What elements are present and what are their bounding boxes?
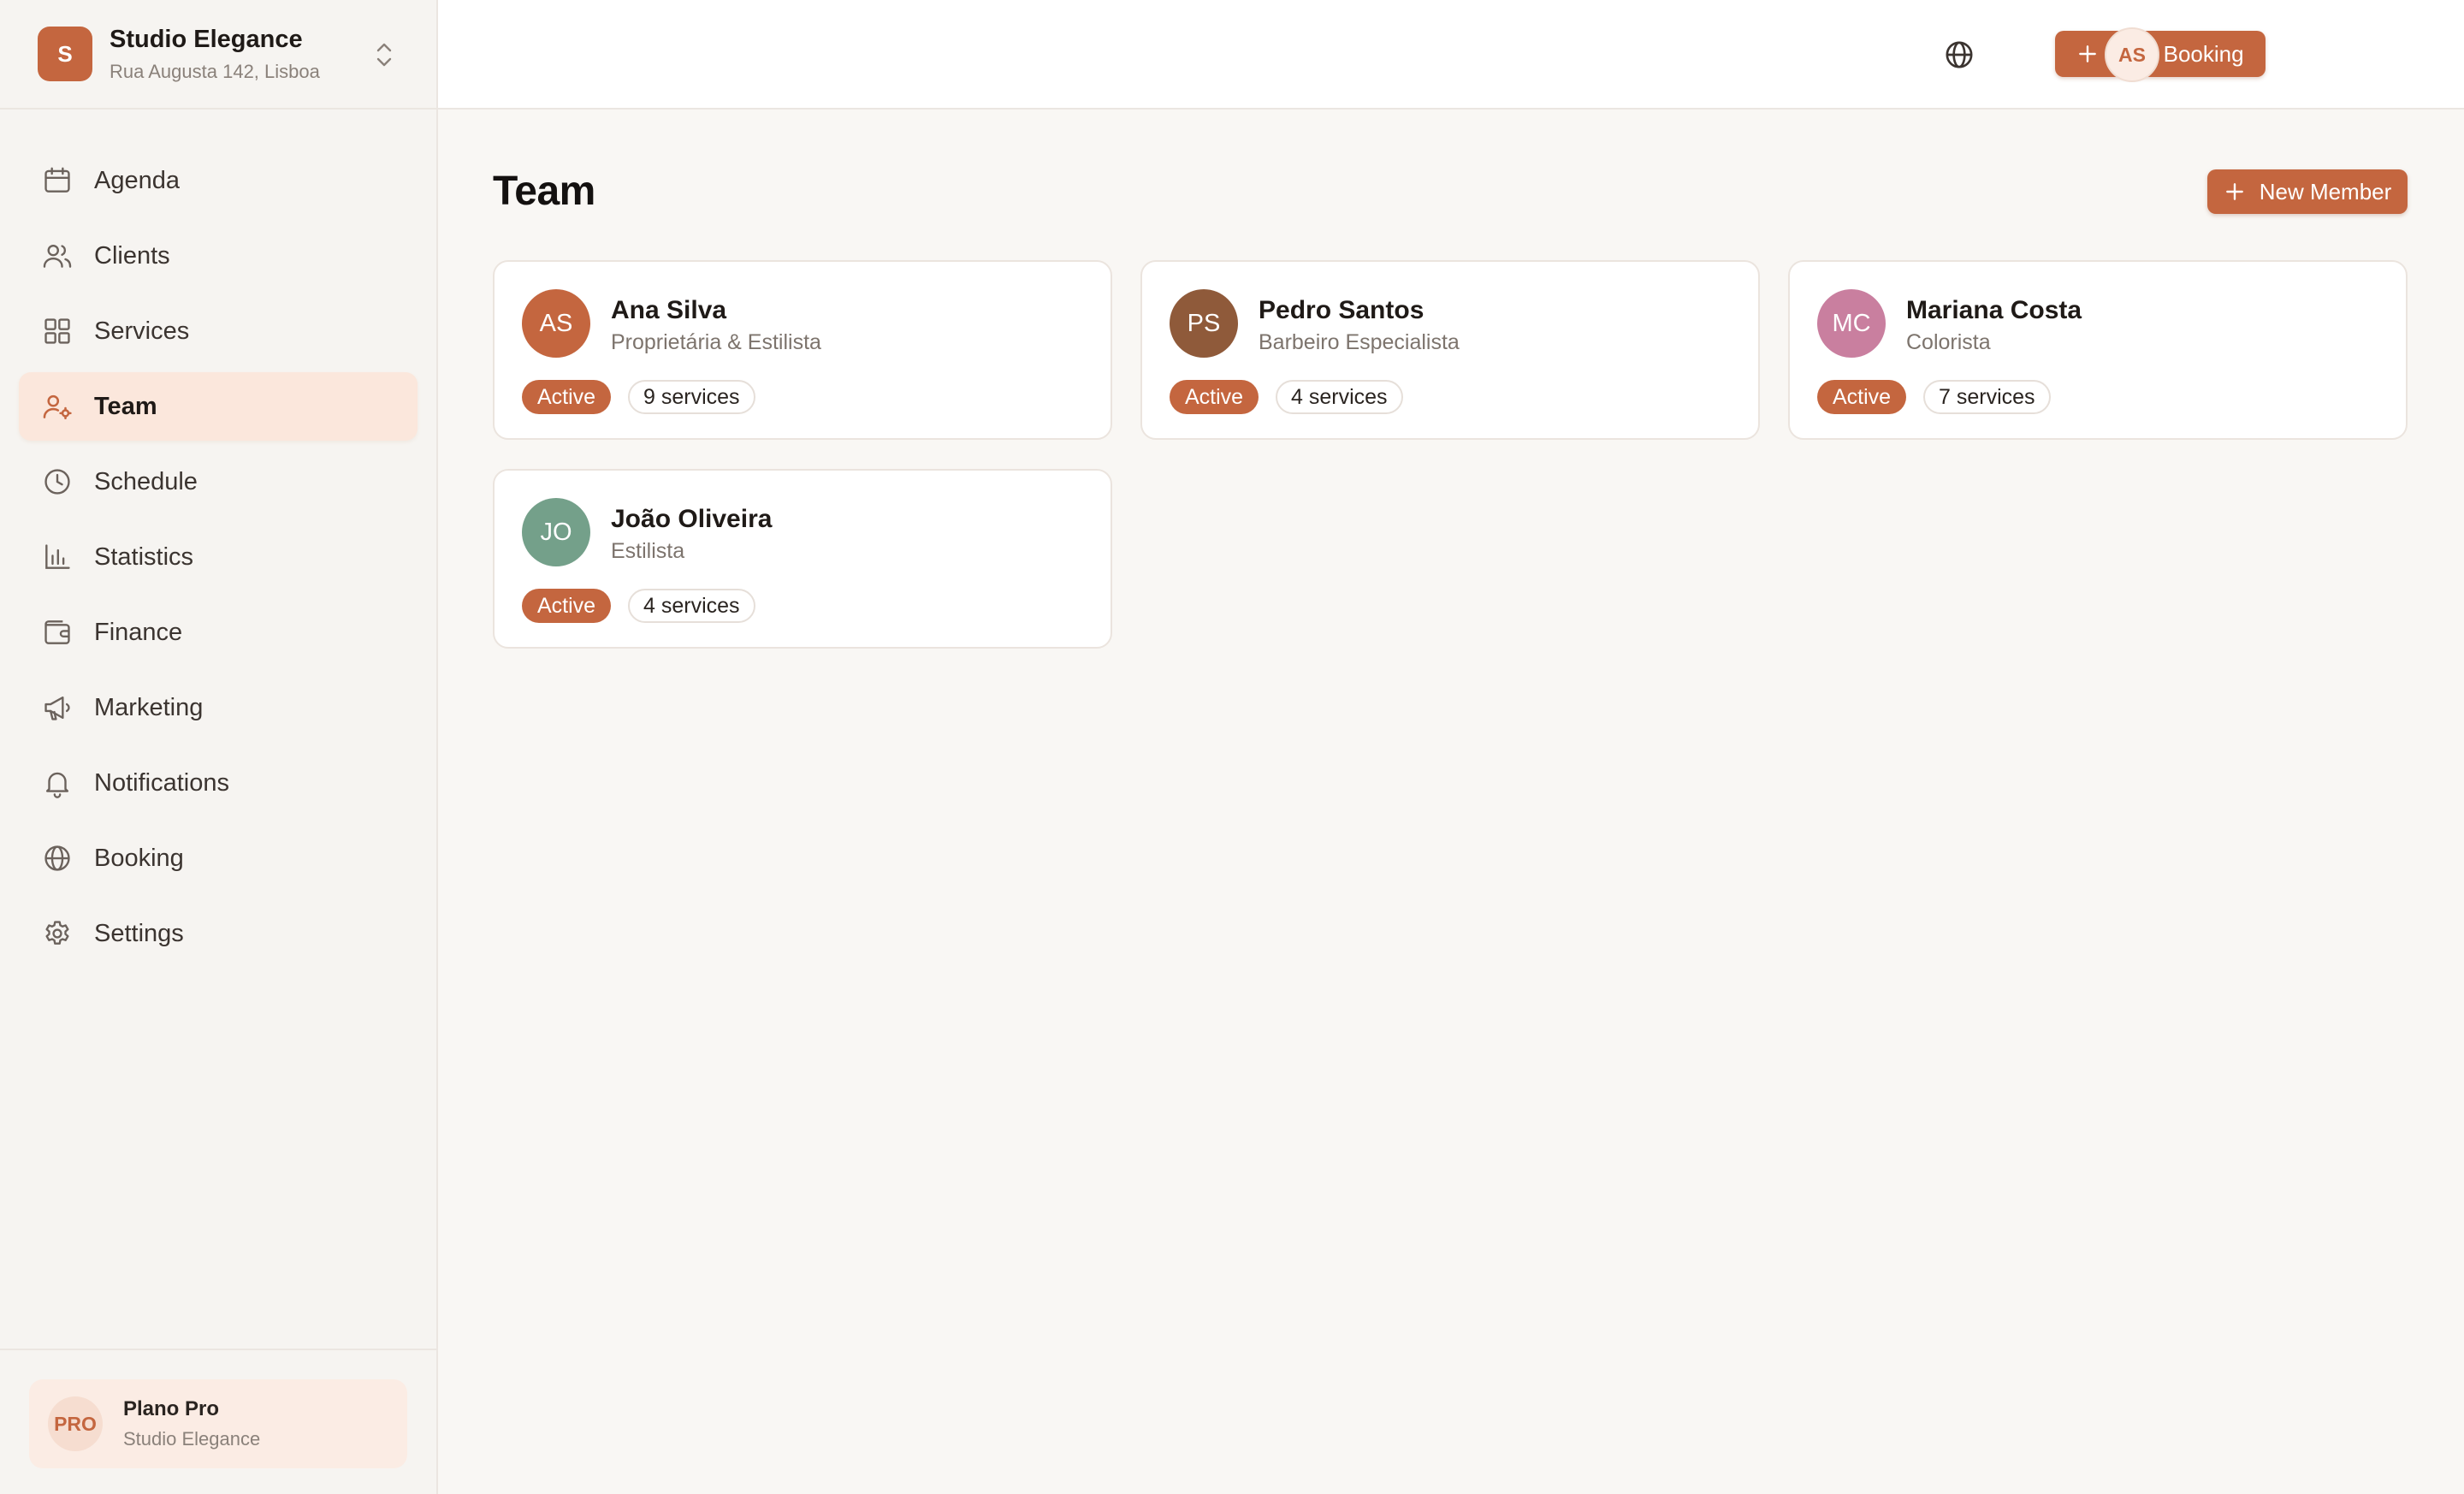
users-icon [43, 244, 72, 268]
sidebar-item-services[interactable]: Services [19, 297, 418, 365]
gear-icon [45, 921, 69, 945]
topbar: New Booking AS [438, 0, 2464, 110]
sidebar-item-marketing[interactable]: Marketing [19, 673, 418, 742]
status-badge: Active [1817, 380, 1907, 414]
status-badge: Active [522, 380, 612, 414]
team-member-card[interactable]: MC Mariana Costa Colorista Active 7 serv… [1788, 260, 2408, 440]
globe-icon [44, 845, 70, 871]
member-avatar: PS [1170, 289, 1238, 358]
sidebar-item-team[interactable]: Team [19, 372, 418, 441]
new-member-label: New Member [2259, 178, 2392, 205]
plan-badge: PRO [48, 1396, 103, 1451]
sidebar-item-label: Schedule [94, 467, 198, 495]
member-name: Mariana Costa [1906, 296, 2082, 324]
user-cog-icon [43, 394, 72, 420]
member-role: Estilista [611, 539, 685, 563]
sidebar-item-clients[interactable]: Clients [19, 222, 418, 290]
member-avatar: AS [522, 289, 590, 358]
sidebar-item-label: Finance [94, 618, 183, 646]
team-member-card[interactable]: AS Ana Silva Proprietária & Estilista Ac… [493, 260, 1112, 440]
bar-chart-icon [45, 544, 70, 569]
sidebar-item-notifications[interactable]: Notifications [19, 749, 418, 817]
sidebar-item-label: Clients [94, 241, 170, 270]
plan-subtitle: Studio Elegance [123, 1428, 261, 1450]
services-count-badge: 9 services [628, 380, 755, 414]
org-name: Studio Elegance [110, 25, 303, 53]
sidebar-item-statistics[interactable]: Statistics [19, 523, 418, 591]
globe-icon[interactable] [1942, 38, 1976, 72]
grid-icon [44, 318, 70, 344]
team-member-card[interactable]: JO João Oliveira Estilista Active 4 serv… [493, 469, 1112, 649]
sidebar-item-booking[interactable]: Booking [19, 824, 418, 892]
plan-info: Plano Pro Studio Elegance [123, 1397, 260, 1450]
services-count-badge: 7 services [1923, 380, 2051, 414]
org-switcher[interactable]: S Studio Elegance Rua Augusta 142, Lisbo… [0, 0, 436, 110]
org-logo: S [38, 27, 92, 81]
sidebar-item-label: Team [94, 392, 157, 420]
calendar-icon [44, 167, 70, 193]
org-address: Rua Augusta 142, Lisboa [110, 60, 320, 82]
sidebar-item-schedule[interactable]: Schedule [19, 448, 418, 516]
sidebar-item-settings[interactable]: Settings [19, 899, 418, 968]
sidebar-item-label: Agenda [94, 166, 180, 194]
plan-section: PRO Plano Pro Studio Elegance [0, 1349, 436, 1494]
plan-name: Plano Pro [123, 1397, 220, 1420]
team-member-card[interactable]: PS Pedro Santos Barbeiro Especialista Ac… [1140, 260, 1760, 440]
new-booking-button[interactable]: New Booking [2055, 31, 2266, 77]
services-count-badge: 4 services [1276, 380, 1403, 414]
sidebar-item-finance[interactable]: Finance [19, 598, 418, 667]
sidebar-nav: Agenda Clients Services Team Schedule St… [0, 110, 436, 968]
chevron-up-down-icon[interactable] [371, 38, 397, 72]
bell-icon [45, 772, 69, 798]
member-name: João Oliveira [611, 505, 773, 533]
sidebar-item-label: Marketing [94, 693, 204, 721]
plus-icon [2225, 183, 2243, 200]
wallet-icon [44, 620, 70, 644]
sidebar-item-label: Settings [94, 919, 184, 947]
megaphone-icon [44, 696, 70, 720]
member-role: Proprietária & Estilista [611, 330, 821, 354]
member-avatar: MC [1817, 289, 1886, 358]
member-role: Barbeiro Especialista [1259, 330, 1460, 354]
services-count-badge: 4 services [628, 589, 755, 623]
clock-icon [44, 469, 70, 495]
status-badge: Active [522, 589, 612, 623]
sidebar: S Studio Elegance Rua Augusta 142, Lisbo… [0, 0, 438, 1494]
org-info: Studio Elegance Rua Augusta 142, Lisboa [110, 26, 320, 83]
new-member-button[interactable]: New Member [2207, 169, 2408, 214]
status-badge: Active [1170, 380, 1259, 414]
sidebar-item-label: Services [94, 317, 190, 345]
sidebar-item-label: Booking [94, 844, 184, 872]
member-avatar: JO [522, 498, 590, 566]
member-name: Pedro Santos [1259, 296, 1424, 324]
sidebar-item-label: Statistics [94, 542, 194, 571]
plan-card[interactable]: PRO Plano Pro Studio Elegance [29, 1379, 407, 1468]
member-name: Ana Silva [611, 296, 727, 324]
user-avatar[interactable]: AS [2105, 27, 2159, 82]
member-role: Colorista [1906, 330, 1991, 354]
sidebar-item-agenda[interactable]: Agenda [19, 146, 418, 215]
plus-icon [2079, 45, 2097, 62]
sidebar-item-label: Notifications [94, 768, 229, 797]
page-title: Team [493, 169, 595, 214]
